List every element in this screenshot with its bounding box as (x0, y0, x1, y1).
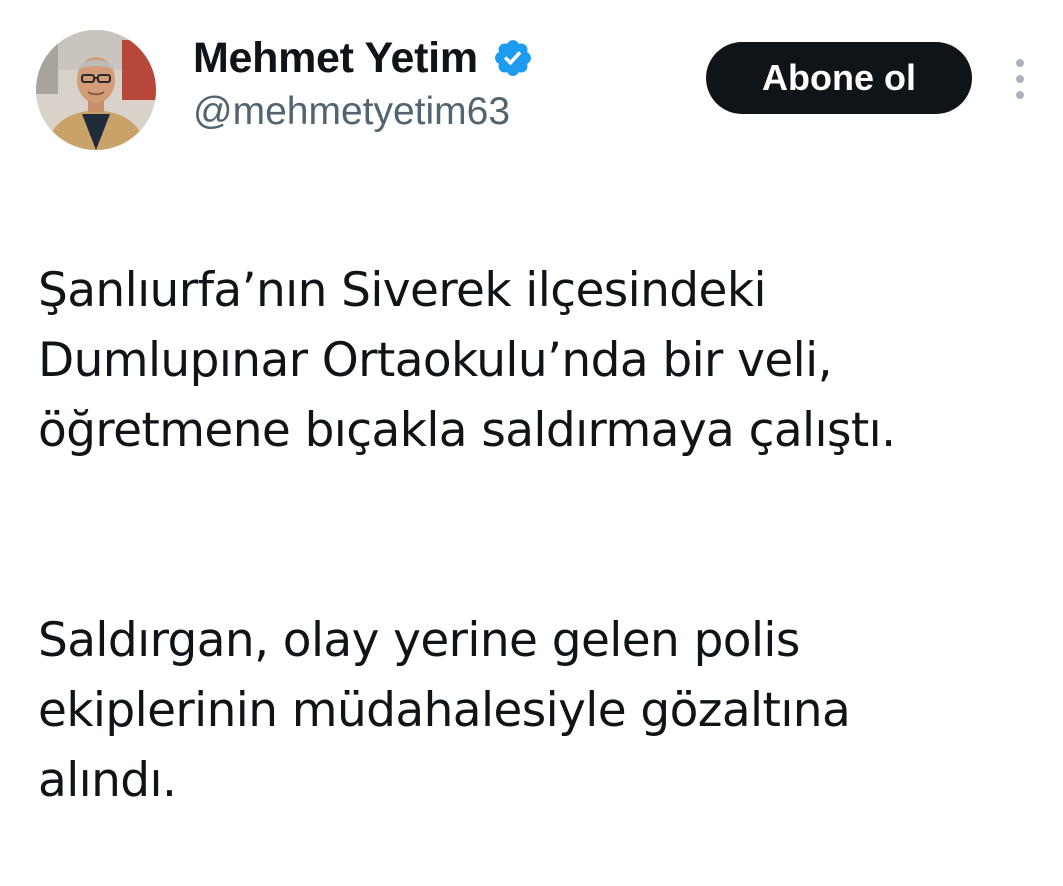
tweet-paragraph: Saldırgan, olay yerine gelen polis ekipl… (38, 613, 851, 808)
profile-photo (36, 30, 156, 150)
author-display-name[interactable]: Mehmet Yetim (193, 34, 478, 83)
tweet-body: Şanlıurfa’nın Siverek ilçesindeki Dumlup… (38, 186, 1048, 886)
tweet-paragraph: Şanlıurfa’nın Siverek ilçesindeki Dumlup… (38, 263, 896, 458)
avatar[interactable] (36, 30, 156, 150)
author-handle[interactable]: @mehmetyetim63 (193, 90, 510, 134)
author-name-row: Mehmet Yetim (193, 32, 534, 84)
more-vertical-icon[interactable] (1008, 56, 1032, 102)
verified-badge-icon (492, 37, 534, 79)
follow-button[interactable]: Abone ol (706, 42, 972, 114)
tweet-card: Mehmet Yetim @mehmetyetim63 Abone ol Şan… (0, 0, 1063, 808)
